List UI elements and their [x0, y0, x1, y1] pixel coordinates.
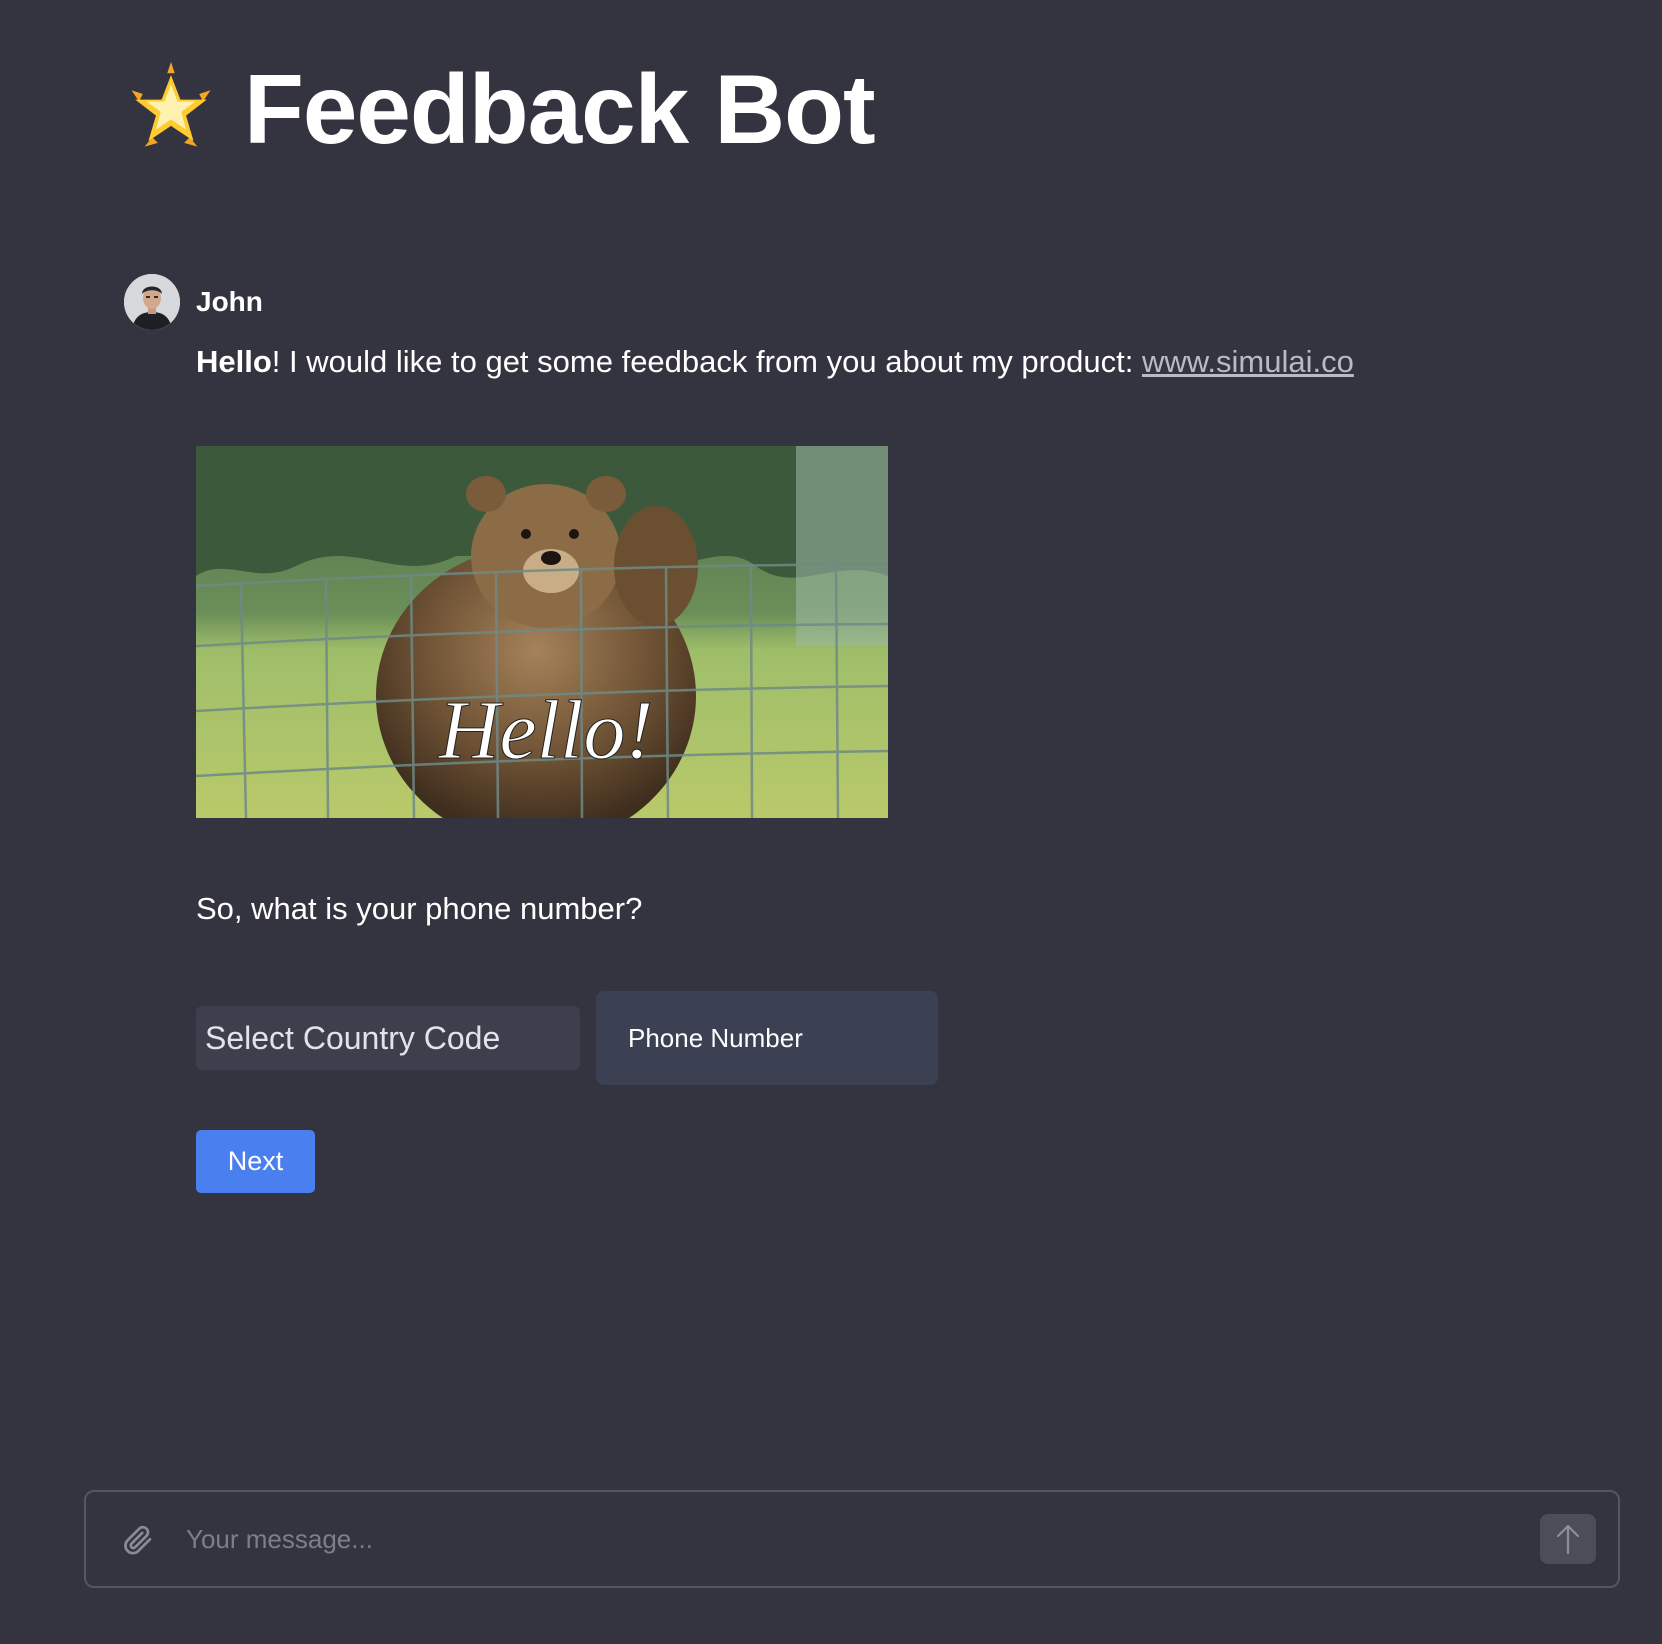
header: Feedback Bot: [124, 54, 876, 164]
chat-page: Feedback Bot John Hello! I would like to…: [0, 0, 1662, 1644]
gif-caption: Hello!: [438, 684, 654, 777]
author-name: John: [196, 286, 263, 317]
send-button[interactable]: [1540, 1514, 1596, 1564]
page-title: Feedback Bot: [244, 54, 876, 164]
paperclip-icon[interactable]: [120, 1522, 156, 1558]
message-composer: [84, 1490, 1620, 1588]
phone-question: So, what is your phone number?: [196, 891, 643, 926]
message-input[interactable]: [186, 1510, 1446, 1568]
product-link[interactable]: www.simulai.co: [1142, 344, 1354, 379]
greeting-message: Hello! I would like to get some feedback…: [196, 344, 1354, 380]
avatar: [124, 274, 180, 330]
bear-hello-gif: Hello!: [196, 446, 888, 818]
country-code-placeholder: Select Country Code: [205, 1019, 501, 1056]
greeting-text: ! I would like to get some feedback from…: [271, 344, 1142, 379]
message-author: John: [124, 274, 263, 330]
arrow-up-icon: [1556, 1524, 1580, 1555]
phone-number-input[interactable]: [596, 991, 938, 1085]
greeting-bold: Hello: [196, 344, 272, 379]
country-code-select[interactable]: Select Country Code: [196, 1006, 580, 1070]
next-button[interactable]: Next: [196, 1130, 315, 1193]
glowing-star-icon: [131, 62, 211, 147]
